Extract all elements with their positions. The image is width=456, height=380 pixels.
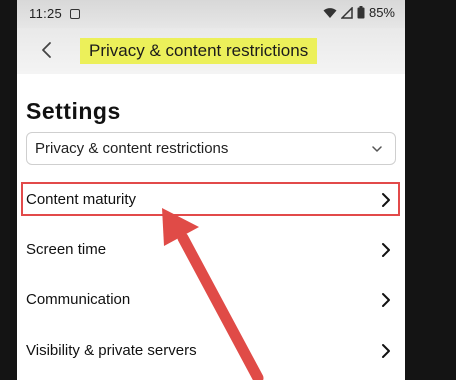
settings-category-dropdown[interactable]: Privacy & content restrictions bbox=[26, 132, 396, 165]
chevron-right-icon bbox=[382, 344, 390, 358]
status-bar: 11:25 85% bbox=[17, 0, 405, 28]
chevron-left-icon[interactable] bbox=[37, 40, 57, 60]
dropdown-selected-value: Privacy & content restrictions bbox=[35, 140, 229, 157]
menu-item-screen-time[interactable]: Screen time bbox=[17, 226, 405, 274]
menu-item-content-maturity[interactable]: Content maturity bbox=[17, 176, 405, 224]
battery-level: 85% bbox=[368, 5, 395, 20]
menu-item-visibility-private-servers[interactable]: Visibility & private servers bbox=[17, 327, 405, 375]
header-title: Privacy & content restrictions bbox=[80, 38, 318, 64]
page-title: Settings bbox=[26, 98, 121, 124]
chevron-down-icon bbox=[372, 146, 382, 152]
chevron-right-icon bbox=[382, 293, 390, 307]
menu-item-label: Communication bbox=[26, 291, 131, 308]
menu-item-label: Content maturity bbox=[26, 191, 137, 208]
signal-icon bbox=[340, 6, 353, 19]
chevron-right-icon bbox=[382, 193, 390, 207]
menu-item-label: Visibility & private servers bbox=[26, 342, 197, 359]
menu-item-communication[interactable]: Communication bbox=[17, 276, 405, 324]
notification-icon bbox=[70, 9, 80, 19]
chevron-right-icon bbox=[382, 243, 390, 257]
menu-item-label: Screen time bbox=[26, 241, 107, 258]
app-header: Privacy & content restrictions bbox=[17, 28, 405, 74]
wifi-icon bbox=[323, 7, 337, 18]
phone-screen: 11:25 85% Privacy & content restrictions… bbox=[17, 0, 405, 380]
status-time: 11:25 bbox=[29, 6, 63, 21]
status-icons: 85% bbox=[323, 5, 395, 20]
battery-icon bbox=[357, 6, 365, 19]
